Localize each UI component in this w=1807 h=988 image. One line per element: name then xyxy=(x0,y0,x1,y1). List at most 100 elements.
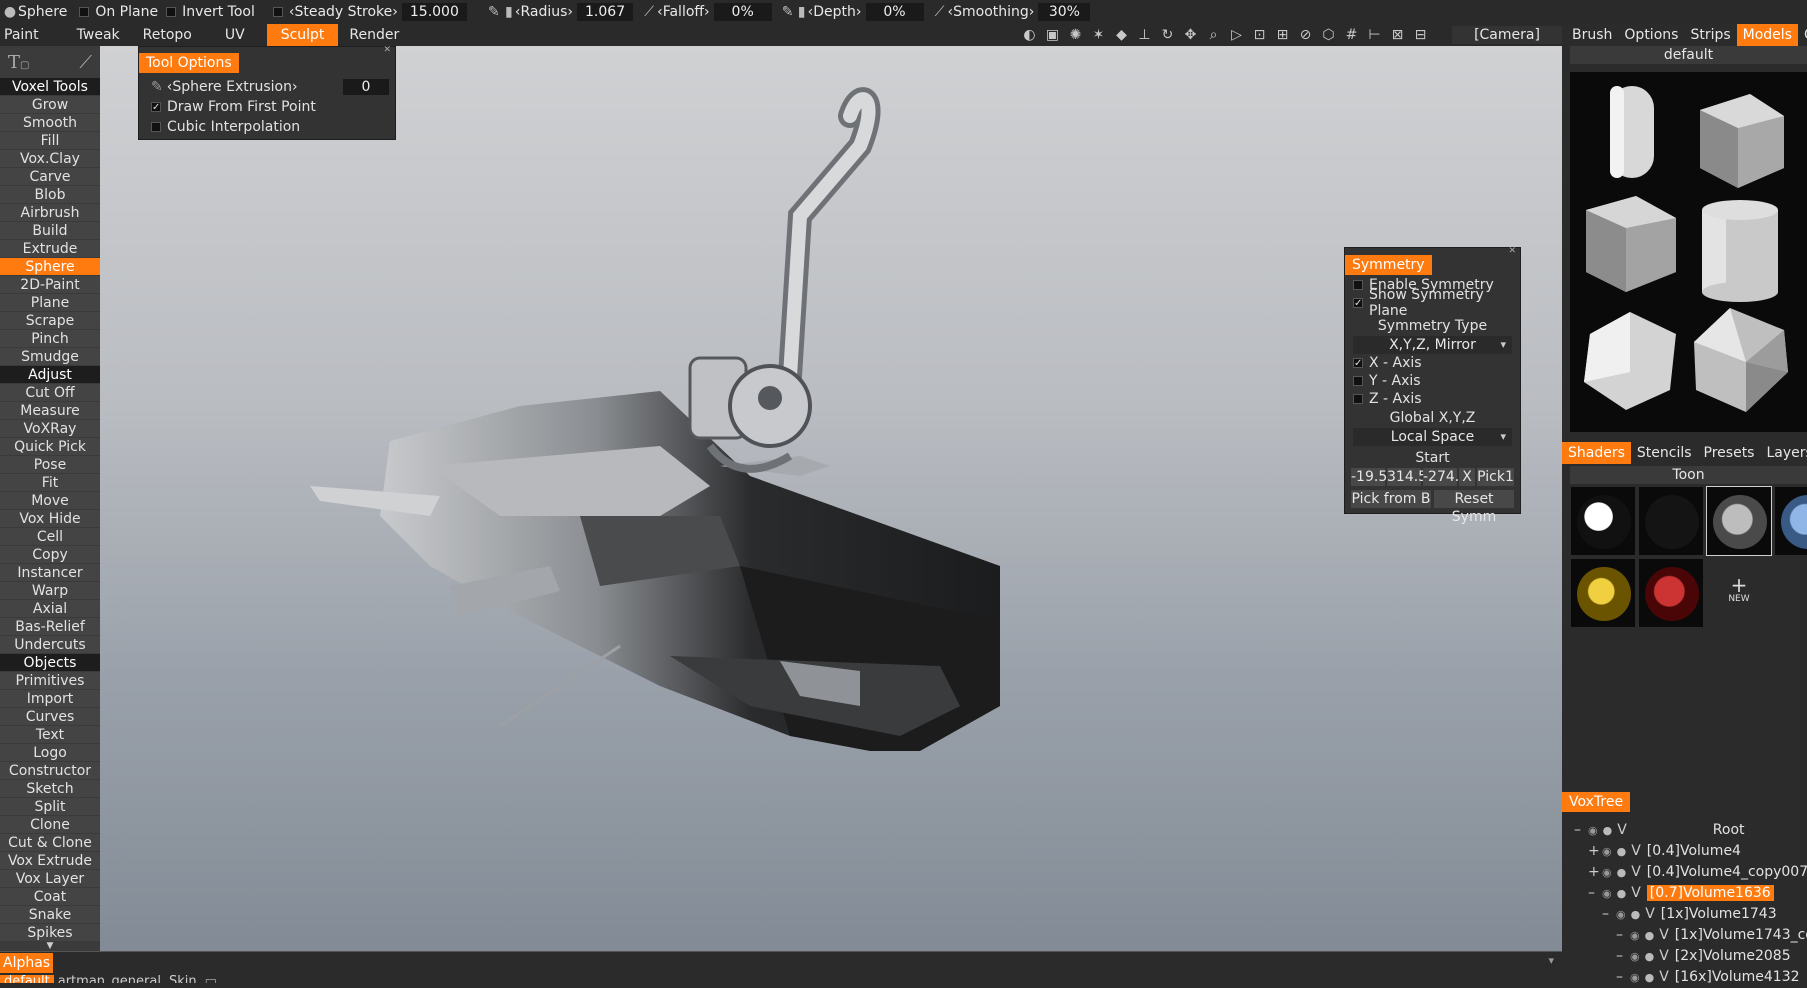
menu-retopo[interactable]: Retopo xyxy=(132,24,203,46)
frame-all-icon[interactable]: ⊡ xyxy=(1248,27,1271,43)
shader-red[interactable] xyxy=(1638,558,1704,628)
on-plane-checkbox[interactable] xyxy=(79,7,90,17)
radius-control[interactable]: ‹Radius› 1.067 xyxy=(515,3,634,21)
smoothing-control[interactable]: ‹Smoothing› 30% xyxy=(948,3,1091,21)
alpha-tab-skin[interactable]: Skin xyxy=(165,975,201,983)
camera-dropdown[interactable]: [Camera]▾ xyxy=(1452,26,1576,44)
tool-vox-hide[interactable]: Vox Hide xyxy=(0,510,100,528)
expand-toggle-icon[interactable]: – xyxy=(1616,946,1628,966)
tool-vox-layer[interactable]: Vox Layer xyxy=(0,870,100,888)
surface-mode-icon[interactable]: V xyxy=(1631,885,1641,901)
cubic-interp-row[interactable]: Cubic Interpolation xyxy=(139,117,395,137)
voxtree-label[interactable]: [2x]Volume2085 xyxy=(1675,948,1791,964)
grid-icon[interactable]: # xyxy=(1340,27,1363,43)
tool-primitives[interactable]: Primitives xyxy=(0,672,100,690)
depth-control[interactable]: ‹Depth› 0% xyxy=(808,3,924,21)
voxtree-row[interactable]: – ◉ ● V [1x]Volume1743_co xyxy=(1616,925,1807,945)
voxtree-row[interactable]: + ◉ ● V [0.4]Volume4_copy007 xyxy=(1588,862,1807,882)
tool-measure[interactable]: Measure xyxy=(0,402,100,420)
frame-selected-icon[interactable]: ⊞ xyxy=(1271,27,1294,43)
sphere-extrusion-value[interactable]: 0 xyxy=(343,79,389,95)
lock-icon[interactable]: ▮ xyxy=(503,4,515,20)
capsule-model-thumb[interactable] xyxy=(1580,80,1676,188)
x-axis-row[interactable]: X - Axis xyxy=(1345,354,1520,372)
invert-tool-toggle[interactable]: Invert Tool xyxy=(166,4,255,20)
tool-warp[interactable]: Warp xyxy=(0,582,100,600)
tool-carve[interactable]: Carve xyxy=(0,168,100,186)
surface-mode-icon[interactable]: V xyxy=(1631,864,1641,880)
draw-from-first-checkbox[interactable] xyxy=(151,102,161,112)
radius-value[interactable]: 1.067 xyxy=(577,3,634,21)
depth-pen-icon[interactable]: ✎ xyxy=(780,4,796,20)
show-plane-row[interactable]: Show Symmetry Plane xyxy=(1345,287,1520,319)
expand-toggle-icon[interactable]: + xyxy=(1588,862,1600,882)
close-icon[interactable]: ✕ xyxy=(1508,246,1516,256)
tool-fill[interactable]: Fill xyxy=(0,132,100,150)
tool-blob[interactable]: Blob xyxy=(0,186,100,204)
steady-stroke-checkbox[interactable] xyxy=(272,7,283,17)
shader-grey-toon-selected[interactable] xyxy=(1706,486,1772,556)
tool-2d-paint[interactable]: 2D-Paint xyxy=(0,276,100,294)
voxtree-row[interactable]: – ◉ ● V Root xyxy=(1574,820,1745,840)
start-x-field[interactable]: -19.5 xyxy=(1351,468,1387,486)
rotate-icon[interactable]: ↻ xyxy=(1156,27,1179,43)
icosahedron-model-thumb[interactable] xyxy=(1694,308,1788,412)
tool-instancer[interactable]: Instancer xyxy=(0,564,100,582)
shader-folder[interactable]: Toon xyxy=(1570,466,1807,484)
ghost-dot-icon[interactable]: ● xyxy=(1617,887,1627,900)
visibility-eye-icon[interactable]: ◉ xyxy=(1602,887,1612,900)
menu-uv[interactable]: UV xyxy=(203,24,267,46)
tool-plane[interactable]: Plane xyxy=(0,294,100,312)
layout-icon[interactable]: ⊟ xyxy=(1409,27,1432,43)
tool-airbrush[interactable]: Airbrush xyxy=(0,204,100,222)
ghost-dot-icon[interactable]: ● xyxy=(1645,929,1655,942)
fit-view-icon[interactable]: ⊠ xyxy=(1386,27,1409,43)
tab-strips[interactable]: Strips xyxy=(1684,24,1736,46)
tab-curves[interactable]: Cur xyxy=(1798,24,1807,46)
tool-curves[interactable]: Curves xyxy=(0,708,100,726)
ghost-dot-icon[interactable]: ● xyxy=(1617,866,1627,879)
tool-smudge[interactable]: Smudge xyxy=(0,348,100,366)
play-icon[interactable]: ▷ xyxy=(1225,27,1248,43)
drop-icon[interactable]: ◆ xyxy=(1110,27,1133,43)
voxtree-row[interactable]: – ◉ ● V [2x]Volume2085 xyxy=(1616,946,1791,966)
menu-paint[interactable]: Paint xyxy=(0,24,45,46)
axis-icon[interactable]: ⊢ xyxy=(1363,27,1386,43)
x-axis-checkbox[interactable] xyxy=(1353,358,1363,368)
voxtree-label[interactable]: [0.4]Volume4_copy007 xyxy=(1647,864,1807,880)
tab-shaders[interactable]: Shaders xyxy=(1562,442,1631,464)
alpha-tab-artman[interactable]: artman_general xyxy=(54,975,165,983)
visibility-eye-icon[interactable]: ◉ xyxy=(1602,845,1612,858)
falloff-value[interactable]: 0% xyxy=(713,3,772,21)
tool-scrape[interactable]: Scrape xyxy=(0,312,100,330)
tool-pinch[interactable]: Pinch xyxy=(0,330,100,348)
tool-constructor[interactable]: Constructor xyxy=(0,762,100,780)
brush-stroke-icon[interactable]: ⟋ xyxy=(79,52,92,73)
tool-snake[interactable]: Snake xyxy=(0,906,100,924)
menu-tweak[interactable]: Tweak xyxy=(45,24,132,46)
tool-clone[interactable]: Clone xyxy=(0,816,100,834)
visibility-eye-icon[interactable]: ◉ xyxy=(1630,950,1640,963)
tool-move[interactable]: Move xyxy=(0,492,100,510)
tool-voxray[interactable]: VoXRay xyxy=(0,420,100,438)
text-tool-icon[interactable]: T▢ xyxy=(8,52,29,73)
shader-gold[interactable] xyxy=(1570,558,1636,628)
image-icon[interactable]: ▣ xyxy=(1041,27,1064,43)
steady-stroke-toggle[interactable]: ‹Steady Stroke› 15.000 xyxy=(272,3,467,21)
tool-split[interactable]: Split xyxy=(0,798,100,816)
cube-model-thumb[interactable] xyxy=(1586,196,1676,292)
ghost-dot-icon[interactable]: ● xyxy=(1645,950,1655,963)
start-x-button[interactable]: X xyxy=(1459,468,1475,486)
tool-bas-relief[interactable]: Bas-Relief xyxy=(0,618,100,636)
tool-import[interactable]: Import xyxy=(0,690,100,708)
y-axis-checkbox[interactable] xyxy=(1353,376,1363,386)
smoothing-brush-icon[interactable]: ⟋ xyxy=(932,4,948,20)
z-axis-row[interactable]: Z - Axis xyxy=(1345,390,1520,408)
surface-mode-icon[interactable]: V xyxy=(1659,927,1669,943)
tool-smooth[interactable]: Smooth xyxy=(0,114,100,132)
voxtree-label[interactable]: Root xyxy=(1713,822,1745,838)
depth-lock-icon[interactable]: ▮ xyxy=(796,4,808,20)
start-y-field[interactable]: 314.5 xyxy=(1387,468,1427,486)
tool-axial[interactable]: Axial xyxy=(0,600,100,618)
surface-mode-icon[interactable]: V xyxy=(1617,822,1627,838)
